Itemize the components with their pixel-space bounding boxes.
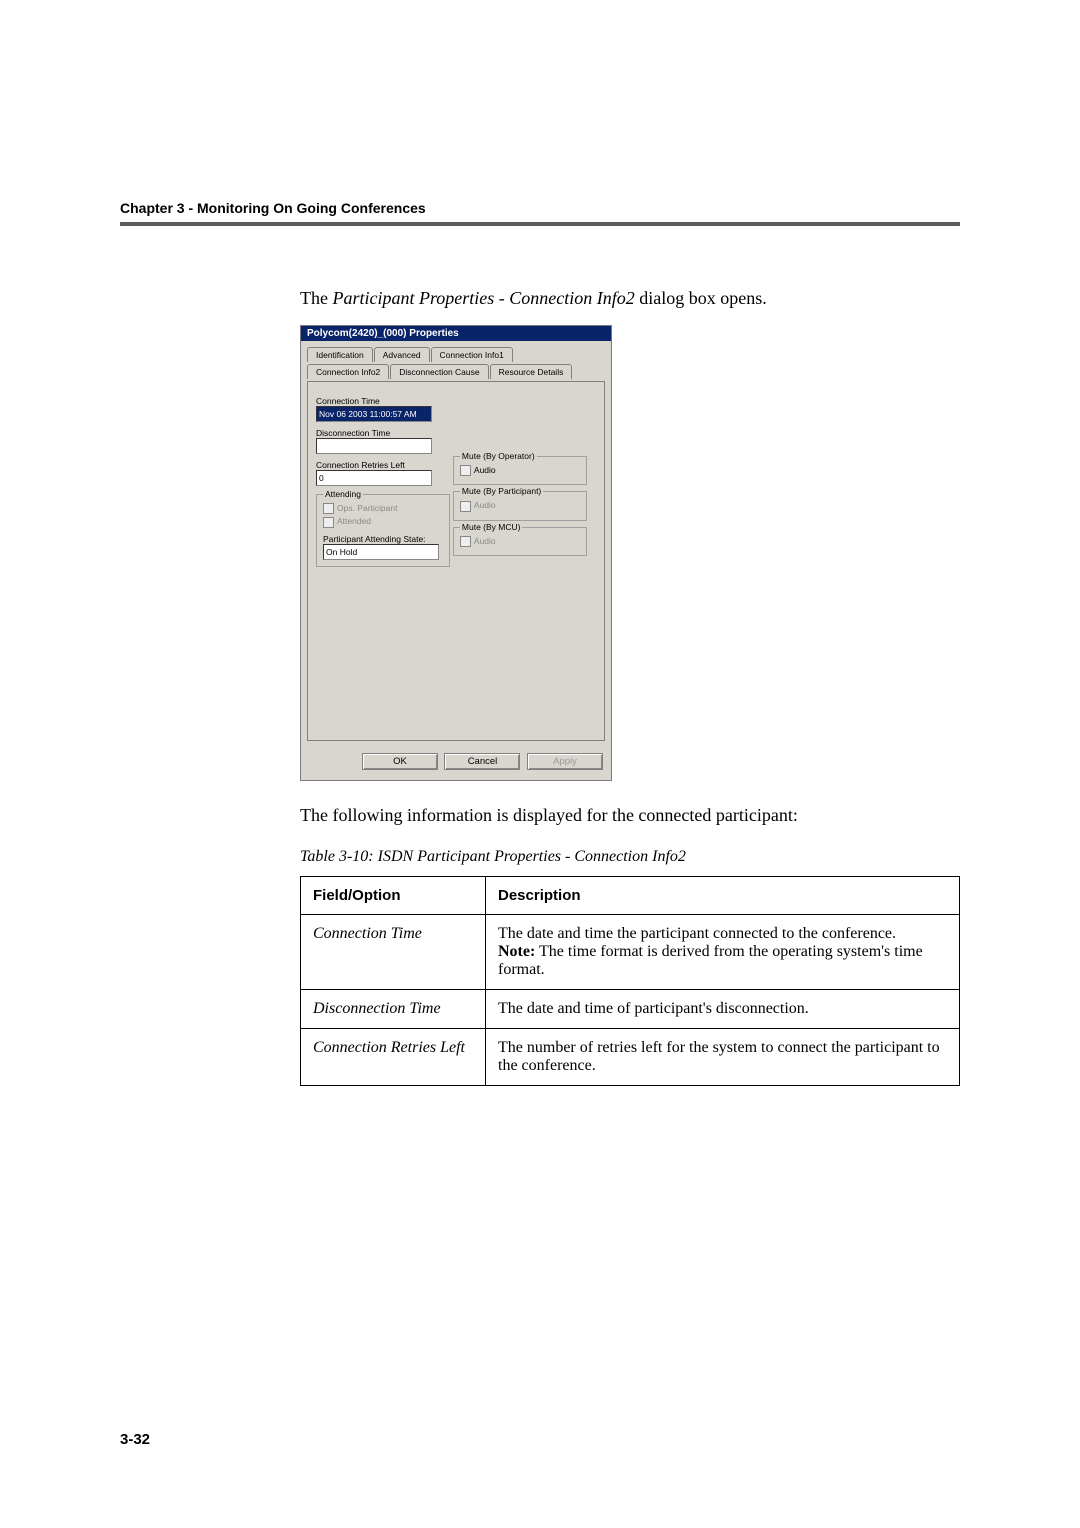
tab-resource-details[interactable]: Resource Details xyxy=(490,364,573,379)
mute-mcu-group: Mute (By MCU) Audio xyxy=(453,527,587,556)
mute-operator-audio-checkbox[interactable] xyxy=(460,465,471,476)
properties-dialog: Polycom(2420)_(000) Properties Identific… xyxy=(300,325,612,781)
participant-attending-state-field[interactable]: On Hold xyxy=(323,544,439,560)
tab-advanced[interactable]: Advanced xyxy=(374,347,430,362)
table-row: Disconnection Time The date and time of … xyxy=(301,990,960,1029)
tab-disconnection-cause[interactable]: Disconnection Cause xyxy=(390,364,488,379)
table-description: The date and time of participant's disco… xyxy=(486,990,960,1029)
ops-participant-row: Ops. Participant xyxy=(323,503,443,514)
tab-row-1: Identification Advanced Connection Info1 xyxy=(307,347,605,362)
tab-connection-info1[interactable]: Connection Info1 xyxy=(431,347,513,362)
page-number: 3-32 xyxy=(120,1431,150,1448)
participant-attending-state-label: Participant Attending State: xyxy=(323,534,443,544)
attended-checkbox[interactable] xyxy=(323,517,334,528)
tab-identification[interactable]: Identification xyxy=(307,347,373,362)
ops-participant-checkbox[interactable] xyxy=(323,503,334,514)
intro-suffix: dialog box opens. xyxy=(635,288,767,308)
left-column: Connection Time Nov 06 2003 11:00:57 AM … xyxy=(316,390,450,567)
table-caption: Table 3-10: ISDN Participant Properties … xyxy=(300,848,960,866)
table-header-description: Description xyxy=(486,877,960,915)
mute-mcu-title: Mute (By MCU) xyxy=(460,522,523,532)
mute-participant-audio-row: Audio xyxy=(460,500,580,511)
connection-retries-field[interactable]: 0 xyxy=(316,470,432,486)
note-label: Note: xyxy=(498,943,535,960)
mute-mcu-audio-row: Audio xyxy=(460,536,580,547)
mute-participant-audio-label: Audio xyxy=(474,500,496,510)
mute-participant-audio-checkbox[interactable] xyxy=(460,501,471,512)
attended-label: Attended xyxy=(337,516,371,526)
table-description: The date and time the participant connec… xyxy=(486,915,960,990)
table-option: Connection Retries Left xyxy=(301,1029,486,1086)
table-row: Connection Time The date and time the pa… xyxy=(301,915,960,990)
disconnection-time-field[interactable] xyxy=(316,438,432,454)
apply-button[interactable]: Apply xyxy=(527,753,603,770)
cancel-button[interactable]: Cancel xyxy=(444,753,520,770)
mute-mcu-audio-label: Audio xyxy=(474,536,496,546)
mute-participant-group: Mute (By Participant) Audio xyxy=(453,491,587,520)
document-page: Chapter 3 - Monitoring On Going Conferen… xyxy=(0,0,1080,1528)
right-column: Mute (By Operator) Audio Mute (By Partic… xyxy=(453,450,587,556)
note-rest: The time format is derived from the oper… xyxy=(498,943,923,978)
intro-text: The Participant Properties - Connection … xyxy=(300,286,960,311)
attended-row: Attended xyxy=(323,516,443,527)
table-row: Connection Retries Left The number of re… xyxy=(301,1029,960,1086)
connection-retries-label: Connection Retries Left xyxy=(316,460,450,470)
after-figure-text: The following information is displayed f… xyxy=(300,803,960,828)
disconnection-time-label: Disconnection Time xyxy=(316,428,450,438)
dialog-titlebar: Polycom(2420)_(000) Properties xyxy=(301,326,611,341)
mute-mcu-audio-checkbox[interactable] xyxy=(460,536,471,547)
intro-em: Participant Properties - Connection Info… xyxy=(332,288,634,308)
tab-row-2: Connection Info2 Disconnection Cause Res… xyxy=(307,364,605,379)
mute-participant-title: Mute (By Participant) xyxy=(460,486,543,496)
ops-participant-label: Ops. Participant xyxy=(337,503,397,513)
ok-button[interactable]: OK xyxy=(362,753,438,770)
intro-prefix: The xyxy=(300,288,332,308)
connection-time-label: Connection Time xyxy=(316,396,450,406)
mute-operator-title: Mute (By Operator) xyxy=(460,451,537,461)
chapter-rule xyxy=(120,222,960,226)
table-header-row: Field/Option Description xyxy=(301,877,960,915)
table-option: Disconnection Time xyxy=(301,990,486,1029)
chapter-header: Chapter 3 - Monitoring On Going Conferen… xyxy=(120,200,960,216)
table-desc-text: The date and time the participant connec… xyxy=(498,925,896,942)
tab-panel: Connection Time Nov 06 2003 11:00:57 AM … xyxy=(307,381,605,741)
table-option: Connection Time xyxy=(301,915,486,990)
dialog-button-bar: OK Cancel Apply xyxy=(301,747,611,780)
connection-time-field[interactable]: Nov 06 2003 11:00:57 AM xyxy=(316,406,432,422)
main-content: The Participant Properties - Connection … xyxy=(300,286,960,1086)
attending-group: Attending Ops. Participant Attended Part… xyxy=(316,494,450,567)
table-header-field: Field/Option xyxy=(301,877,486,915)
attending-group-title: Attending xyxy=(323,489,363,499)
dialog-body: Identification Advanced Connection Info1… xyxy=(301,341,611,747)
tab-connection-info2[interactable]: Connection Info2 xyxy=(307,364,389,379)
table-description: The number of retries left for the syste… xyxy=(486,1029,960,1086)
mute-operator-group: Mute (By Operator) Audio xyxy=(453,456,587,485)
mute-operator-audio-row: Audio xyxy=(460,465,580,476)
properties-table: Field/Option Description Connection Time… xyxy=(300,876,960,1086)
mute-operator-audio-label: Audio xyxy=(474,465,496,475)
